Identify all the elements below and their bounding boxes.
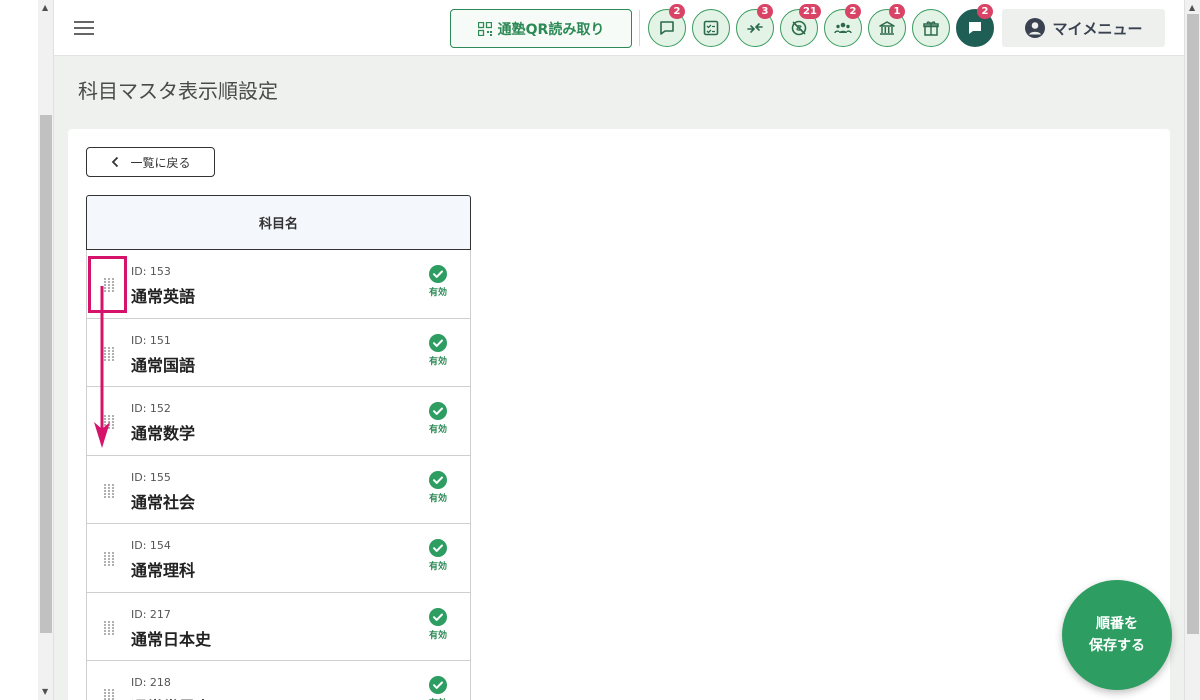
subject-id: ID: 153 — [131, 265, 171, 278]
check-circle-icon — [429, 470, 447, 489]
unpaid-button[interactable]: 21 — [780, 4, 821, 47]
subject-name: 通常社会 — [131, 492, 196, 512]
table-rows: ID: 153 通常英語 有効 ID: 151 通常国語 有効 ID: 152 通常数学 有効 I… — [86, 250, 471, 700]
header-divider — [639, 10, 640, 46]
right-scrollbar-thumb[interactable] — [1187, 14, 1199, 634]
table-row[interactable]: ID: 217 通常日本史 有効 — [86, 592, 471, 661]
check-circle-icon — [429, 265, 447, 283]
subject-id: ID: 217 — [131, 607, 171, 621]
table-row[interactable]: ID: 218 通常世界史 有効 — [86, 661, 471, 700]
drag-handle-icon[interactable] — [103, 551, 115, 567]
status-indicator: 有効 — [425, 470, 451, 504]
qr-code-icon — [477, 21, 492, 36]
chat-button[interactable]: 2 — [648, 4, 686, 47]
subject-id: ID: 151 — [131, 333, 171, 347]
table-header-subject-name: 科目名 — [86, 195, 471, 250]
check-circle-icon — [429, 607, 447, 626]
checklist-icon — [703, 20, 719, 36]
subject-name: 通常世界史 — [131, 694, 211, 700]
check-circle-icon — [429, 333, 447, 352]
bank-icon — [879, 21, 895, 35]
gift-button[interactable] — [912, 9, 950, 47]
status-label: 有効 — [425, 696, 451, 700]
chat-bubble-icon — [660, 21, 674, 35]
message-button[interactable]: 2 — [956, 4, 994, 47]
group-icon — [834, 22, 852, 34]
left-gutter — [0, 0, 38, 700]
chat-badge: 2 — [669, 4, 685, 19]
subject-id: ID: 152 — [131, 402, 171, 415]
arrows-in-icon — [747, 23, 763, 33]
drag-handle-icon[interactable] — [103, 688, 115, 700]
subject-id: ID: 155 — [131, 470, 171, 484]
my-menu-button[interactable]: マイメニュー — [1002, 9, 1165, 47]
checklist-button[interactable] — [692, 9, 730, 47]
subject-name: 通常英語 — [131, 287, 196, 306]
subject-name: 通常理科 — [131, 561, 196, 580]
table-row[interactable]: ID: 154 通常理科 有効 — [86, 524, 471, 593]
subject-id: ID: 218 — [131, 676, 171, 689]
top-header: 通塾QR読み取り 2 3 21 2 1 2 マイメニュー — [54, 0, 1184, 56]
status-indicator: 有効 — [425, 265, 451, 298]
scroll-up-arrow-icon[interactable]: ▲ — [42, 4, 48, 12]
unpaid-badge: 21 — [799, 4, 821, 19]
bank-button[interactable]: 1 — [868, 4, 906, 47]
drag-direction-arrow-icon — [94, 286, 110, 448]
subject-id: ID: 154 — [131, 539, 171, 552]
transfer-badge: 3 — [757, 4, 773, 19]
user-account-icon — [1025, 18, 1046, 38]
right-scroll-up-arrow-icon[interactable]: ▲ — [1189, 4, 1195, 12]
status-indicator: 有効 — [425, 607, 451, 641]
save-order-label-line1: 順番を — [1096, 616, 1138, 632]
status-indicator: 有効 — [425, 676, 451, 700]
status-label: 有効 — [428, 425, 447, 435]
status-indicator: 有効 — [425, 402, 451, 435]
chevron-left-icon — [112, 156, 119, 168]
subject-name: 通常日本史 — [131, 629, 212, 649]
app-main: 通塾QR読み取り 2 3 21 2 1 2 マイメニュー 科目マスタ表示順設定 … — [54, 0, 1184, 700]
subject-name: 通常国語 — [131, 355, 196, 375]
group-badge: 2 — [845, 4, 861, 19]
my-menu-label: マイメニュー — [1052, 19, 1143, 38]
table-row[interactable]: ID: 151 通常国語 有効 — [86, 318, 471, 387]
save-order-label-line2: 保存する — [1089, 638, 1145, 654]
qr-scan-button[interactable]: 通塾QR読み取り — [450, 9, 632, 48]
check-circle-icon — [429, 676, 447, 694]
drag-handle-icon[interactable] — [103, 620, 115, 636]
drag-handle-icon[interactable] — [103, 483, 115, 499]
message-icon — [969, 22, 981, 34]
bank-badge: 1 — [889, 4, 905, 19]
status-label: 有効 — [428, 288, 447, 298]
left-scrollbar-thumb[interactable] — [40, 115, 52, 633]
table-row[interactable]: ID: 155 通常社会 有効 — [86, 455, 471, 524]
content-card: 一覧に戻る 科目名 ID: 153 通常英語 有効 ID: 151 通常国語 有効 ID: … — [68, 129, 1170, 700]
back-to-list-button[interactable]: 一覧に戻る — [86, 147, 215, 177]
status-label: 有効 — [428, 562, 447, 572]
gift-icon — [923, 21, 939, 36]
status-indicator: 有効 — [425, 539, 451, 572]
status-label: 有効 — [428, 356, 447, 367]
right-scrollbar[interactable]: ▲ — [1184, 0, 1200, 700]
check-circle-icon — [429, 402, 447, 420]
subject-order-table: 科目名 ID: 153 通常英語 有効 ID: 151 通常国語 有効 ID: 152 通常数… — [86, 195, 471, 700]
table-row[interactable]: ID: 153 通常英語 有効 — [86, 250, 471, 319]
hamburger-menu-icon[interactable] — [74, 18, 96, 38]
scroll-down-arrow-icon[interactable]: ▼ — [42, 688, 48, 696]
subject-name: 通常数学 — [131, 424, 196, 443]
table-row[interactable]: ID: 152 通常数学 有効 — [86, 387, 471, 456]
no-money-icon — [791, 20, 807, 36]
group-button[interactable]: 2 — [824, 4, 862, 47]
message-badge: 2 — [977, 4, 993, 19]
status-label: 有効 — [428, 630, 447, 641]
page-title: 科目マスタ表示順設定 — [78, 79, 278, 103]
transfer-button[interactable]: 3 — [736, 4, 774, 47]
status-label: 有効 — [428, 493, 447, 504]
left-scrollbar[interactable]: ▲ ▼ — [38, 0, 54, 700]
back-to-list-label: 一覧に戻る — [130, 155, 191, 170]
status-indicator: 有効 — [425, 333, 451, 367]
check-circle-icon — [429, 539, 447, 557]
qr-scan-label: 通塾QR読み取り — [497, 21, 605, 38]
save-order-button[interactable]: 順番を 保存する — [1062, 580, 1172, 690]
